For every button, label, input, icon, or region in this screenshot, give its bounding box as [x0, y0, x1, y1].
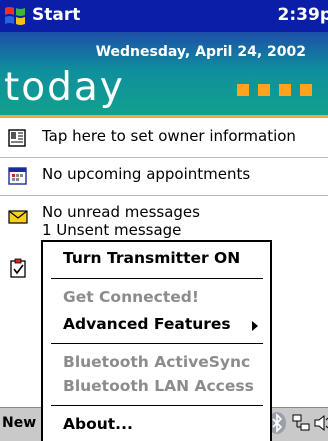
- appointments-row[interactable]: No upcoming appointments: [0, 159, 328, 195]
- envelope-icon: [8, 207, 28, 227]
- appointments-text: No upcoming appointments: [42, 165, 251, 183]
- menu-separator: [51, 343, 263, 344]
- menu-item-turn-transmitter-on[interactable]: Turn Transmitter ON: [63, 249, 240, 267]
- menu-separator: [51, 278, 263, 279]
- windows-flag-icon[interactable]: [3, 4, 27, 28]
- menu-item-bluetooth-activesync: Bluetooth ActiveSync: [63, 353, 251, 371]
- decorative-squares: [237, 84, 312, 96]
- unsent-messages-text: 1 Unsent message: [42, 221, 182, 239]
- today-title: today: [4, 65, 125, 110]
- orange-square: [237, 84, 249, 96]
- speaker-icon[interactable]: [314, 413, 328, 437]
- system-tray: [266, 412, 328, 437]
- orange-square: [258, 84, 270, 96]
- menu-item-about[interactable]: About...: [63, 415, 133, 433]
- submenu-arrow-icon: [252, 321, 258, 331]
- orange-square: [300, 84, 312, 96]
- title-bar: Start 2:39p: [0, 0, 328, 32]
- row-divider: [0, 157, 328, 158]
- clipboard-check-icon[interactable]: [8, 258, 28, 278]
- messages-row[interactable]: No unread messages 1 Unsent message: [0, 197, 328, 243]
- owner-info-text: Tap here to set owner information: [42, 127, 296, 145]
- orange-square: [279, 84, 291, 96]
- unread-messages-text: No unread messages: [42, 203, 200, 221]
- owner-info-row[interactable]: Tap here to set owner information: [0, 121, 328, 157]
- network-icon[interactable]: [292, 413, 310, 437]
- menu-item-bluetooth-lan-access: Bluetooth LAN Access: [63, 377, 254, 395]
- menu-separator: [51, 405, 263, 406]
- today-banner: Wednesday, April 24, 2002 today: [0, 32, 328, 118]
- menu-item-get-connected: Get Connected!: [63, 288, 199, 306]
- owner-card-icon: [8, 128, 28, 148]
- bluetooth-popup-menu: Turn Transmitter ON Get Connected! Advan…: [41, 240, 272, 441]
- new-button[interactable]: New: [2, 415, 36, 431]
- row-divider: [0, 195, 328, 196]
- clock[interactable]: 2:39p: [278, 5, 328, 25]
- today-date[interactable]: Wednesday, April 24, 2002: [96, 44, 306, 60]
- menu-item-advanced-features[interactable]: Advanced Features: [63, 315, 231, 333]
- calendar-icon: [8, 166, 28, 186]
- start-menu-label[interactable]: Start: [32, 5, 80, 25]
- banner-divider: [0, 115, 328, 118]
